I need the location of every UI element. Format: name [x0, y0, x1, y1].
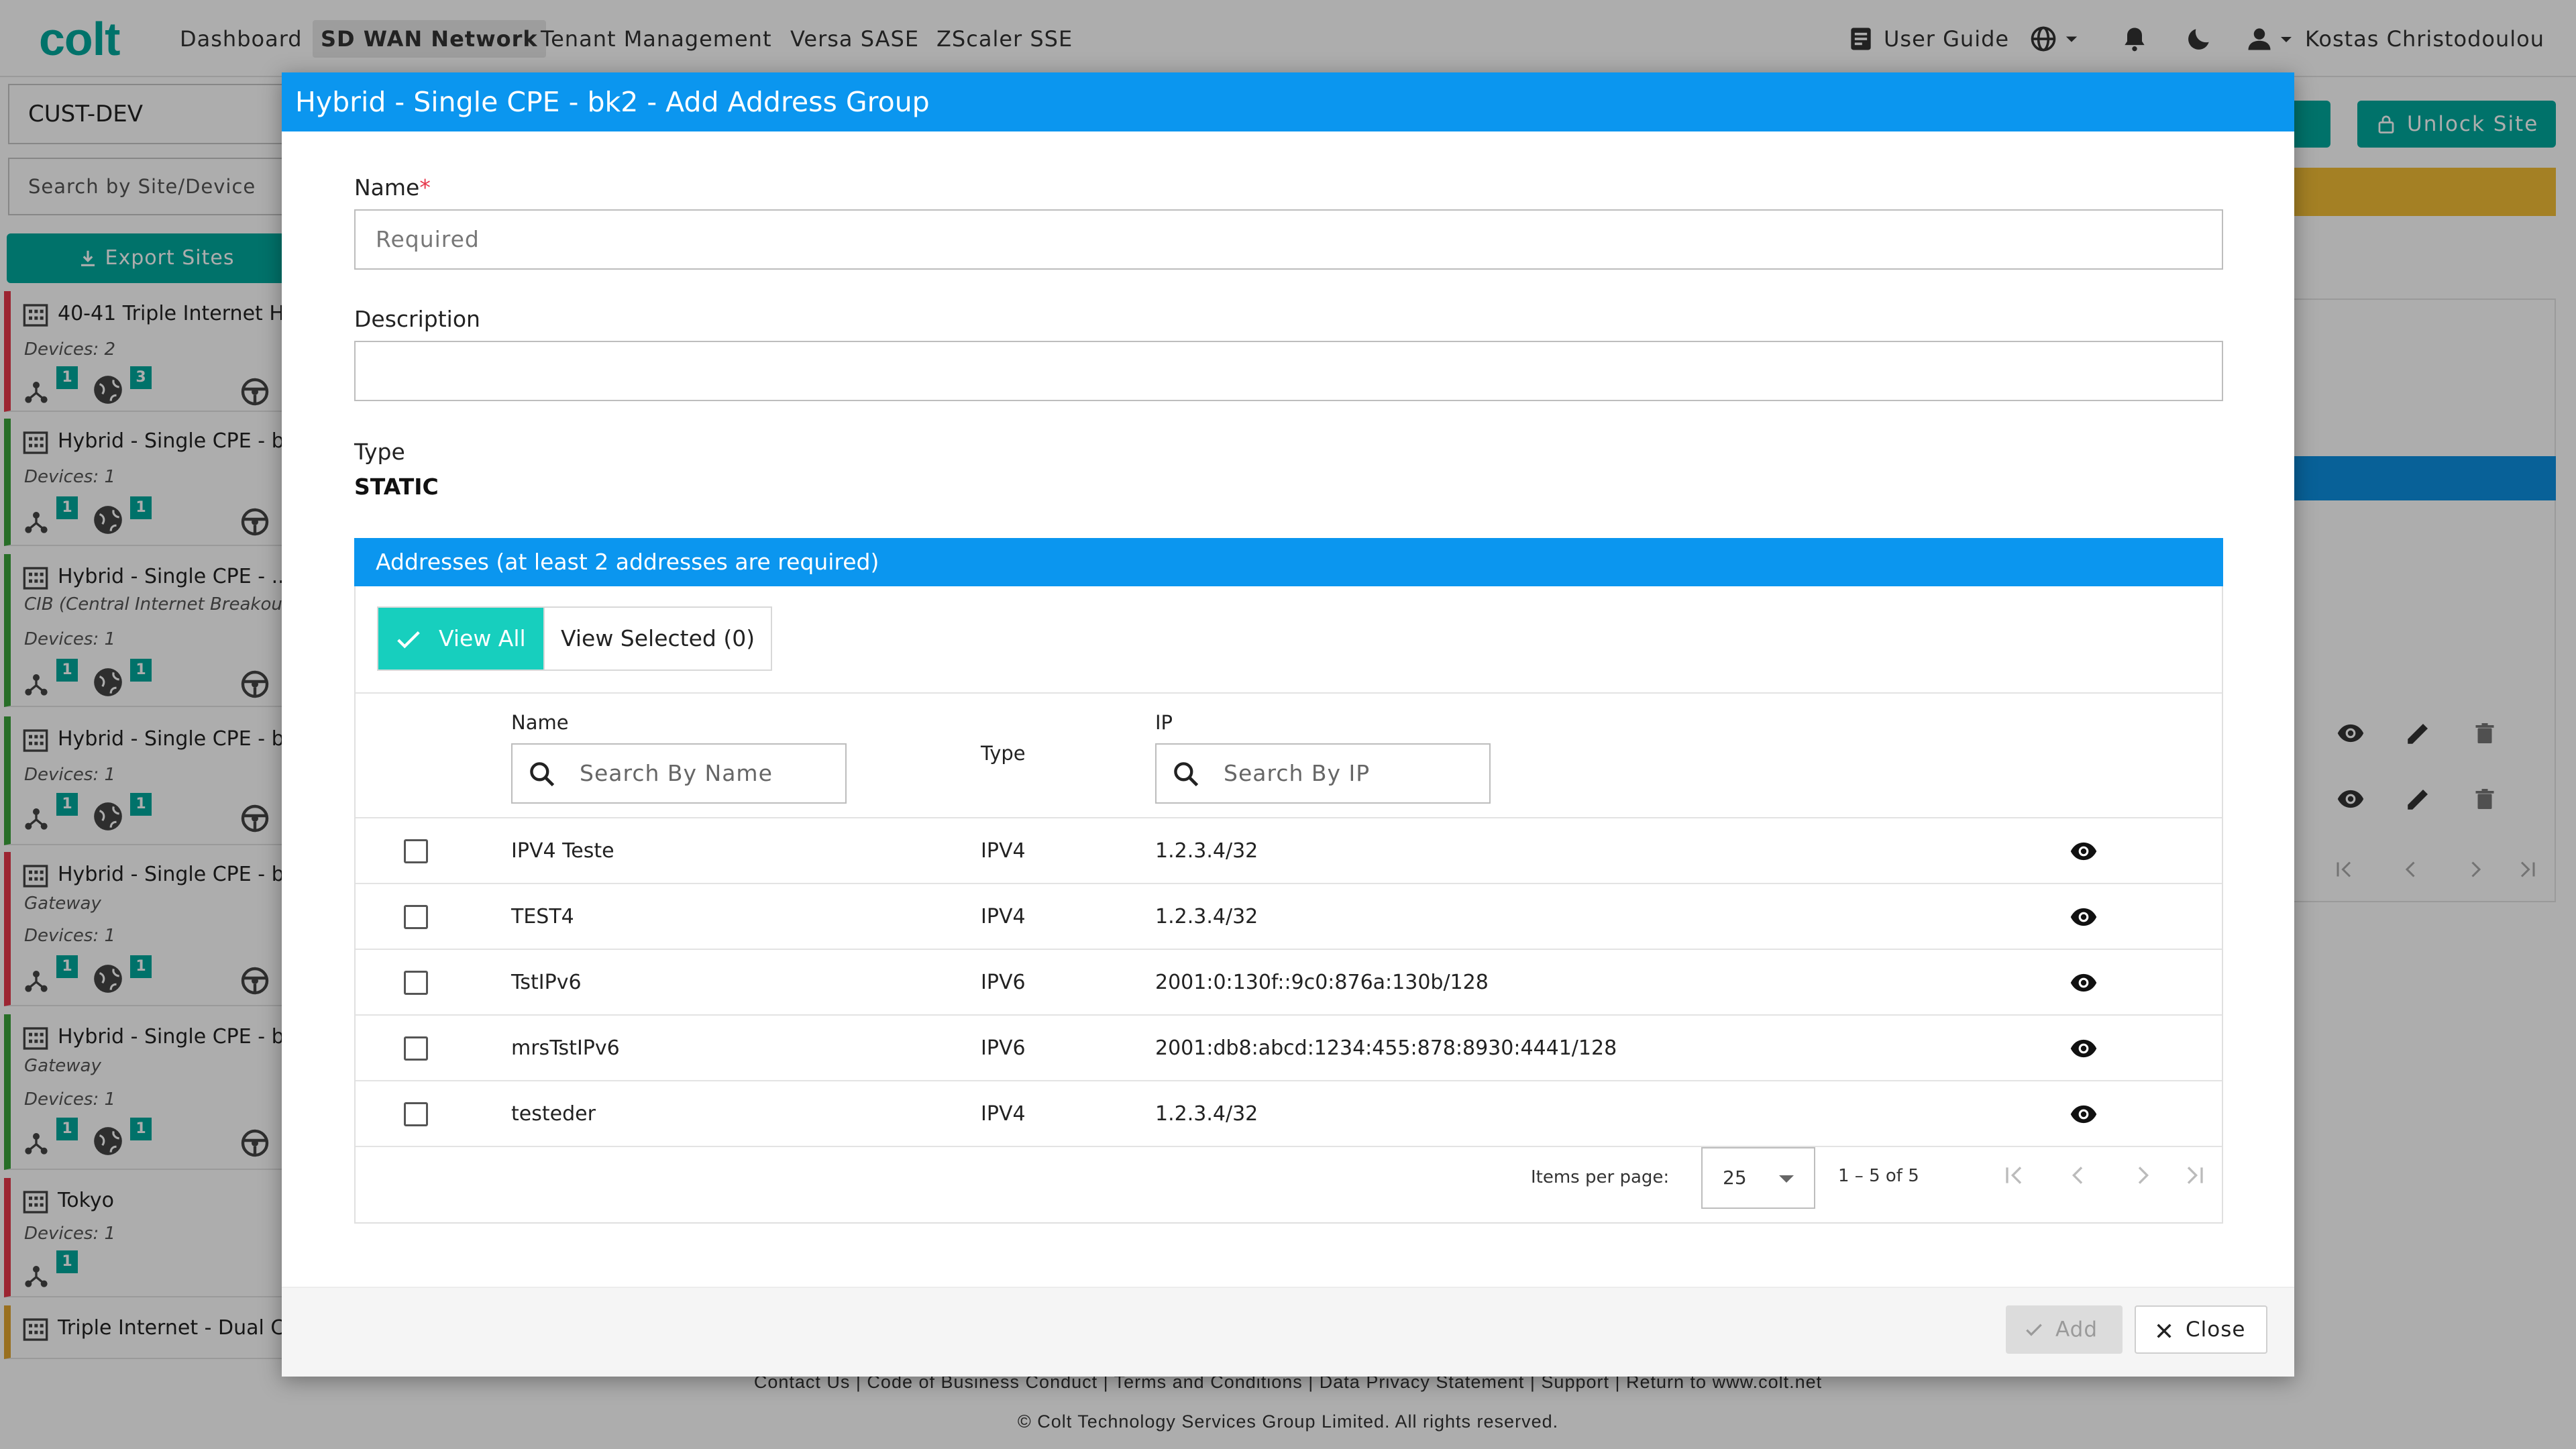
row-type: IPV4: [981, 1102, 1026, 1126]
row-type: IPV6: [981, 971, 1026, 994]
view-eye-icon[interactable]: [2068, 837, 2100, 865]
type-field-label: Type: [354, 439, 405, 465]
row-checkbox[interactable]: [404, 839, 428, 863]
items-per-page-label: Items per page:: [1531, 1167, 1670, 1187]
search-icon: [1174, 762, 1199, 787]
check-icon: [397, 631, 420, 649]
divider: [356, 692, 2222, 694]
dialog-footer: [282, 1287, 2294, 1377]
close-button[interactable]: Close: [2135, 1305, 2267, 1354]
table-row[interactable]: testeder IPV4 1.2.3.4/32: [356, 1081, 2222, 1147]
view-eye-icon[interactable]: [2068, 1034, 2100, 1063]
row-ip: 1.2.3.4/32: [1155, 1102, 1258, 1126]
table-row[interactable]: IPV4 Teste IPV4 1.2.3.4/32: [356, 818, 2222, 884]
row-type: IPV4: [981, 905, 1026, 928]
search-icon: [530, 762, 555, 787]
column-header-type: Type: [981, 742, 1026, 765]
addresses-header: Addresses (at least 2 addresses are requ…: [354, 538, 2223, 586]
view-selected-toggle[interactable]: View Selected (0): [543, 608, 771, 669]
check-icon: [2026, 1324, 2042, 1336]
chevron-down-icon: [1779, 1175, 1794, 1183]
view-eye-icon[interactable]: [2068, 969, 2100, 997]
page-size-value: 25: [1723, 1167, 1747, 1189]
add-address-group-dialog: Hybrid - Single CPE - bk2 - Add Address …: [282, 72, 2294, 1377]
row-name: testeder: [511, 1102, 596, 1126]
row-type: IPV6: [981, 1036, 1026, 1060]
close-icon: [2157, 1324, 2171, 1338]
name-search-placeholder: Search By Name: [580, 760, 773, 786]
next-page-icon[interactable]: [2129, 1162, 2156, 1189]
column-header-ip: IP: [1155, 711, 1173, 734]
view-all-label: View All: [439, 625, 526, 651]
previous-page-icon[interactable]: [2065, 1162, 2092, 1189]
row-name: IPV4 Teste: [511, 839, 614, 863]
row-ip: 2001:0:130f::9c0:876a:130b/128: [1155, 971, 1489, 994]
row-name: TEST4: [511, 905, 574, 928]
name-field-label: Name*: [354, 174, 431, 201]
name-label-text: Name: [354, 174, 420, 201]
add-button-label: Add: [2055, 1318, 2098, 1342]
row-type: IPV4: [981, 839, 1026, 863]
view-eye-icon[interactable]: [2068, 903, 2100, 931]
type-value: STATIC: [354, 474, 439, 500]
row-name: mrsTstIPv6: [511, 1036, 620, 1060]
name-input[interactable]: Required: [354, 209, 2223, 270]
row-checkbox[interactable]: [404, 905, 428, 929]
first-page-icon[interactable]: [2000, 1162, 2027, 1189]
page-range-label: 1 – 5 of 5: [1838, 1166, 1919, 1186]
description-input[interactable]: [354, 341, 2223, 401]
name-search-field[interactable]: Search By Name: [511, 743, 847, 804]
view-eye-icon[interactable]: [2068, 1100, 2100, 1128]
close-button-label: Close: [2186, 1318, 2246, 1342]
ip-search-placeholder: Search By IP: [1224, 760, 1371, 786]
add-button[interactable]: Add: [2006, 1305, 2123, 1354]
addresses-panel: Addresses (at least 2 addresses are requ…: [354, 538, 2223, 1224]
row-checkbox[interactable]: [404, 971, 428, 995]
items-per-page-select[interactable]: 25: [1701, 1147, 1815, 1209]
view-toggle-group: View All View Selected (0): [377, 606, 773, 671]
row-checkbox[interactable]: [404, 1036, 428, 1061]
required-asterisk: *: [419, 174, 431, 201]
table-row[interactable]: mrsTstIPv6 IPV6 2001:db8:abcd:1234:455:8…: [356, 1016, 2222, 1081]
last-page-icon[interactable]: [2182, 1162, 2208, 1189]
view-all-toggle[interactable]: View All: [378, 608, 543, 669]
column-header-name: Name: [511, 711, 569, 734]
row-name: TstIPv6: [511, 971, 582, 994]
description-field-label: Description: [354, 306, 480, 332]
row-ip: 1.2.3.4/32: [1155, 839, 1258, 863]
row-ip: 2001:db8:abcd:1234:455:878:8930:4441/128: [1155, 1036, 1617, 1060]
ip-search-field[interactable]: Search By IP: [1155, 743, 1491, 804]
dialog-title: Hybrid - Single CPE - bk2 - Add Address …: [282, 72, 2294, 131]
row-checkbox[interactable]: [404, 1102, 428, 1126]
table-row[interactable]: TstIPv6 IPV6 2001:0:130f::9c0:876a:130b/…: [356, 950, 2222, 1016]
row-ip: 1.2.3.4/32: [1155, 905, 1258, 928]
table-row[interactable]: TEST4 IPV4 1.2.3.4/32: [356, 884, 2222, 950]
